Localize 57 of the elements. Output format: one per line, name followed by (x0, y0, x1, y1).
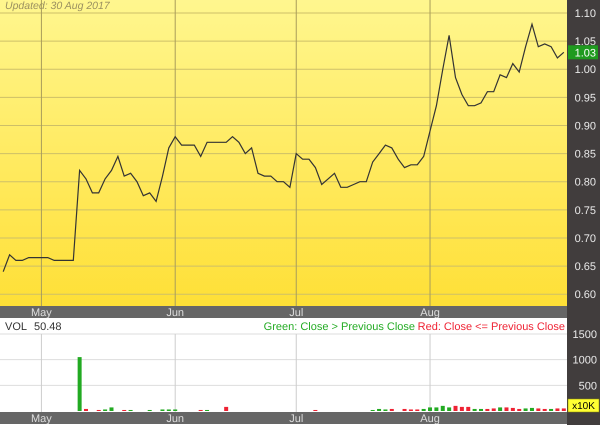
volume-bar (517, 408, 522, 411)
x-axis-label: Aug (420, 413, 440, 424)
y-axis-label: 0.65 (574, 261, 596, 274)
y-axis-label: 1.10 (574, 8, 596, 20)
y-axis-label: 1500 (572, 329, 597, 341)
y-axis-label: 0.90 (574, 120, 596, 132)
volume-bar (428, 407, 432, 411)
volume-bar (524, 408, 528, 411)
volume-bar (377, 408, 382, 411)
volume-bar (84, 408, 88, 411)
volume-bar (390, 408, 394, 411)
x-axis-label: Jul (289, 307, 304, 318)
volume-bar (555, 408, 560, 411)
x-axis-label: May (31, 413, 52, 424)
volume-bar (454, 406, 458, 411)
volume-bar (510, 408, 515, 411)
volume-bar (110, 407, 114, 411)
y-axis-label: 0.80 (574, 176, 596, 189)
x-axis-label: Aug (420, 307, 440, 318)
y-axis-label: 0.95 (574, 92, 596, 104)
x-axis-label: Jul (289, 413, 304, 424)
y-axis-label: 500 (578, 380, 597, 392)
volume-bar (434, 407, 438, 411)
volume-bar (504, 407, 508, 411)
volume-bar (472, 408, 477, 411)
last-price-badge: 1.03 (568, 45, 598, 60)
volume-bar (466, 406, 470, 411)
x-axis-label: Jun (166, 307, 184, 318)
volume-bar (440, 406, 445, 411)
volume-bar (562, 408, 566, 411)
volume-bar (479, 408, 483, 411)
x-axis-label: May (31, 307, 52, 318)
volume-bar (447, 407, 452, 411)
volume-bar (422, 408, 426, 411)
volume-bar (402, 408, 407, 411)
volume-bar (492, 408, 496, 411)
y-axis-label: 0.85 (574, 148, 596, 161)
volume-bar (549, 408, 554, 411)
volume-bar (485, 408, 490, 411)
unit-badge: x10K (568, 398, 600, 412)
volume-bar (542, 408, 547, 411)
volume-bar (224, 406, 228, 411)
volume-bar (530, 408, 534, 411)
volume-bar (498, 407, 502, 411)
y-axis-label: 1000 (572, 354, 597, 367)
legend-text: Red: Close <= Previous Close (418, 321, 565, 333)
y-axis-label: 0.70 (574, 232, 596, 245)
y-axis-label: 1.00 (574, 64, 596, 76)
y-axis-label: 0.75 (574, 204, 596, 217)
volume-bar (536, 408, 540, 411)
volume-reading: 50.48 (34, 321, 62, 333)
volume-label: VOL (5, 321, 28, 333)
x-axis-label: Jun (166, 413, 184, 424)
volume-bar (460, 406, 464, 411)
legend-text: Green: Close > Previous Close (264, 321, 415, 333)
volume-bar (78, 357, 82, 411)
y-axis-label: 0.60 (574, 289, 596, 302)
